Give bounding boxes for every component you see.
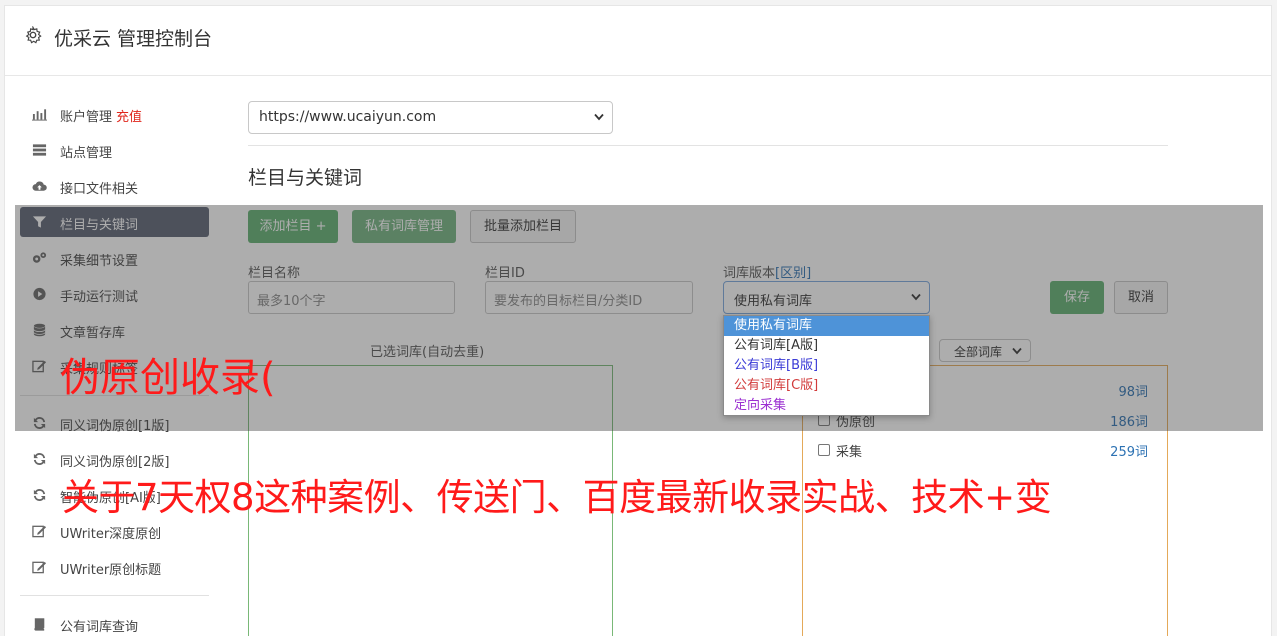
sidebar-item-label: 账户管理 bbox=[60, 110, 113, 125]
sidebar-item-public-lib[interactable]: 公有词库查询 bbox=[20, 609, 209, 636]
server-icon bbox=[32, 144, 47, 156]
refresh-icon bbox=[33, 453, 46, 465]
header: 优采云 管理控制台 bbox=[5, 6, 1271, 76]
divider bbox=[248, 145, 1168, 146]
sidebar-item-label: 公有词库查询 bbox=[60, 620, 139, 635]
dropdown-option-public-c[interactable]: 公有词库[C版] bbox=[724, 376, 929, 396]
sidebar-item-sites[interactable]: 站点管理 bbox=[20, 135, 209, 165]
sidebar-item-label: UWriter深度原创 bbox=[60, 527, 162, 542]
bar-chart-icon bbox=[32, 109, 47, 121]
dropdown-option-directed[interactable]: 定向采集 bbox=[724, 396, 929, 416]
dropdown-option-public-a[interactable]: 公有词库[A版] bbox=[724, 336, 929, 356]
library-row[interactable]: 采集 259词 bbox=[818, 440, 1148, 460]
recharge-link[interactable]: 充值 bbox=[116, 110, 142, 125]
page-title: 优采云 管理控制台 bbox=[54, 28, 213, 50]
watermark-text: 关于7天权8这种案例、传送门、百度最新收录实战、技术+变 bbox=[62, 476, 1052, 519]
dropdown-option-private[interactable]: 使用私有词库 bbox=[724, 316, 929, 336]
gear-icon bbox=[25, 26, 42, 44]
sidebar-divider bbox=[20, 595, 209, 596]
chevron-down-icon bbox=[594, 113, 604, 121]
cloud-upload-icon bbox=[32, 181, 47, 191]
refresh-icon bbox=[33, 489, 46, 501]
book-icon bbox=[34, 618, 45, 631]
sidebar-item-interface[interactable]: 接口文件相关 bbox=[20, 171, 209, 201]
dropdown-option-public-b[interactable]: 公有词库[B版] bbox=[724, 356, 929, 376]
sidebar-item-uwriter-title[interactable]: UWriter原创标题 bbox=[20, 552, 209, 582]
sidebar-item-label: 接口文件相关 bbox=[60, 182, 139, 197]
sidebar-item-label: 站点管理 bbox=[60, 146, 113, 161]
section-title: 栏目与关键词 bbox=[248, 167, 363, 189]
lib-version-dropdown[interactable]: 使用私有词库 公有词库[A版] 公有词库[B版] 公有词库[C版] 定向采集 bbox=[723, 315, 930, 416]
edit-icon bbox=[32, 525, 47, 538]
sidebar-item-label: UWriter原创标题 bbox=[60, 563, 162, 578]
watermark-text: 伪原创收录( bbox=[60, 355, 276, 401]
sidebar-item-account[interactable]: 账户管理 充值 bbox=[20, 99, 209, 129]
edit-icon bbox=[32, 561, 47, 574]
site-select[interactable]: https://www.ucaiyun.com bbox=[248, 101, 613, 134]
library-checkbox[interactable] bbox=[818, 444, 830, 456]
